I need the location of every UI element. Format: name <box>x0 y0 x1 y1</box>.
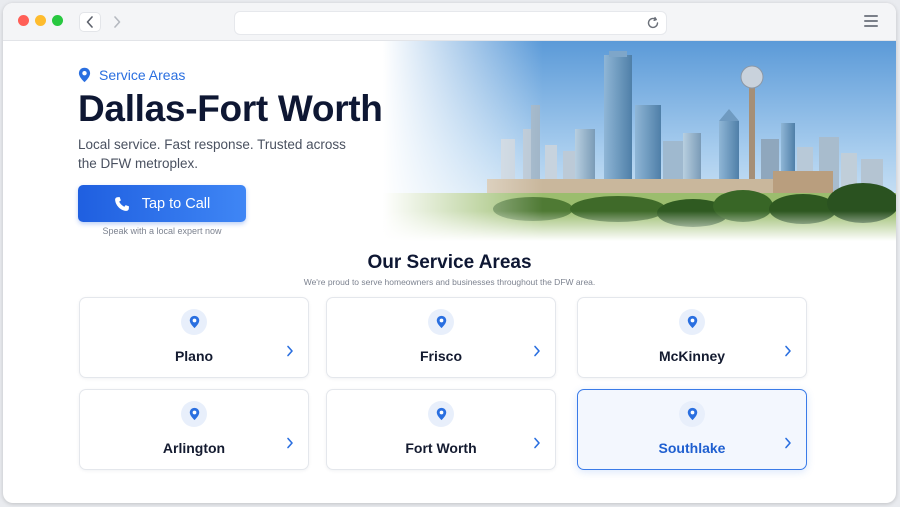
location-pin-icon <box>78 67 91 83</box>
skyline-bottom-fade <box>383 211 896 241</box>
location-pin-icon <box>428 309 454 335</box>
location-pin-icon <box>679 401 705 427</box>
area-card-plano[interactable]: Plano <box>79 297 309 378</box>
tap-to-call-button[interactable]: Tap to Call <box>78 185 246 222</box>
maximize-window-button[interactable] <box>52 15 63 26</box>
minimize-window-button[interactable] <box>35 15 46 26</box>
eyebrow-label: Service Areas <box>99 67 186 83</box>
area-card-label: McKinney <box>658 348 726 364</box>
page-title: Dallas-Fort Worth <box>78 88 383 129</box>
service-areas-eyebrow: Service Areas <box>78 67 185 83</box>
hero-subtitle: Local service. Fast response. Trusted ac… <box>78 137 346 171</box>
service-areas-heading: Our Service Areas <box>367 252 532 273</box>
area-card-label: Arlington <box>162 440 226 456</box>
tap-to-call-label: Tap to Call <box>141 195 211 212</box>
chevron-right-icon <box>287 345 293 357</box>
area-card-frisco[interactable]: Frisco <box>326 297 556 378</box>
close-window-button[interactable] <box>18 15 29 26</box>
location-pin-icon <box>181 401 207 427</box>
area-card-label: Frisco <box>419 348 462 364</box>
chevron-right-icon <box>785 345 791 357</box>
area-card-southlake[interactable]: Southlake <box>577 389 807 470</box>
area-card-label: Southlake <box>658 440 726 456</box>
address-bar[interactable] <box>234 11 667 35</box>
location-pin-icon <box>181 309 207 335</box>
phone-icon <box>114 196 130 212</box>
forward-button[interactable] <box>106 12 128 32</box>
call-note: Speak with a local expert now <box>102 226 222 236</box>
back-button[interactable] <box>79 12 101 32</box>
location-pin-icon <box>428 401 454 427</box>
hamburger-menu-icon[interactable] <box>864 15 878 27</box>
reload-icon[interactable] <box>646 16 660 30</box>
browser-window: Service Areas Dallas-Fort Worth Local se… <box>3 3 896 503</box>
area-card-label: Plano <box>174 348 214 364</box>
location-pin-icon <box>679 309 705 335</box>
chevron-right-icon <box>534 437 540 449</box>
service-areas-subtitle: We're proud to serve homeowners and busi… <box>303 277 596 287</box>
area-card-label: Fort Worth <box>405 440 477 456</box>
chevron-right-icon <box>785 437 791 449</box>
hero-section: Service Areas Dallas-Fort Worth Local se… <box>3 41 896 241</box>
forward-icon <box>114 16 121 28</box>
browser-toolbar <box>3 3 896 41</box>
chevron-right-icon <box>534 345 540 357</box>
area-card-arlington[interactable]: Arlington <box>79 389 309 470</box>
back-icon <box>86 16 93 28</box>
area-card-fort-worth[interactable]: Fort Worth <box>326 389 556 470</box>
chevron-right-icon <box>287 437 293 449</box>
area-card-mckinney[interactable]: McKinney <box>577 297 807 378</box>
